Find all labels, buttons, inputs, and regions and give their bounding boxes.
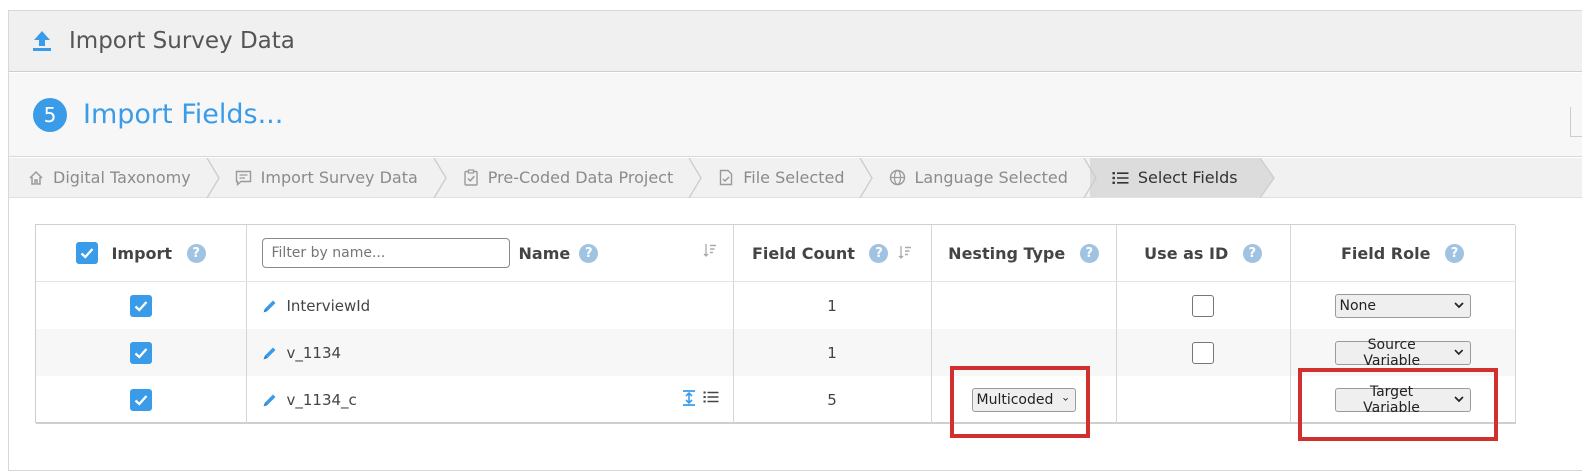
breadcrumb-label: Import Survey Data — [260, 168, 418, 187]
import-header-label: Import — [111, 243, 173, 263]
step-title: Import Fields... — [83, 99, 284, 130]
field-role-value: Source Variable — [1363, 336, 1421, 369]
step-number-badge: 5 — [33, 97, 67, 132]
field-count-cell: 5 — [733, 376, 932, 424]
row-actions — [682, 390, 719, 406]
nesting-type-column-header: Nesting Type ? — [931, 225, 1117, 282]
breadcrumb-item-language-selected[interactable]: Language Selected — [866, 158, 1097, 198]
breadcrumb: Digital Taxonomy Import Survey Data Pre-… — [9, 158, 1582, 198]
chevron-down-icon — [1453, 302, 1464, 309]
nesting-type-header-label: Nesting Type — [948, 244, 1066, 263]
field-name: InterviewId — [286, 296, 371, 315]
breadcrumb-separator — [1083, 158, 1097, 198]
globe-icon — [888, 169, 906, 187]
name-column-header: Name ? — [246, 225, 734, 282]
use-as-id-checkbox[interactable] — [1192, 341, 1214, 364]
field-name: v_1134 — [286, 343, 342, 362]
edit-pencil-icon[interactable] — [262, 392, 278, 408]
breadcrumb-item-digital-taxonomy[interactable]: Digital Taxonomy — [9, 158, 220, 198]
help-icon[interactable]: ? — [579, 243, 599, 263]
field-role-select[interactable]: Source Variable — [1334, 337, 1471, 369]
upload-icon — [31, 29, 53, 53]
help-icon[interactable]: ? — [869, 244, 889, 263]
list-icon[interactable] — [703, 390, 719, 404]
breadcrumb-label: File Selected — [743, 168, 845, 187]
breadcrumb-label: Pre-Coded Data Project — [487, 168, 674, 187]
breadcrumb-separator — [1259, 158, 1275, 198]
field-count-cell: 1 — [733, 329, 932, 376]
chevron-down-icon — [1454, 349, 1464, 356]
use-as-id-cell — [1116, 376, 1291, 424]
field-role-column-header: Field Role ? — [1290, 225, 1516, 282]
nesting-type-cell — [931, 281, 1117, 329]
import-checkbox[interactable] — [129, 388, 152, 411]
highlight-box-field-role — [1298, 368, 1498, 441]
table-row: v_1134 1 Source Variable — [36, 329, 1516, 376]
help-icon[interactable]: ? — [1242, 244, 1262, 263]
file-check-icon — [717, 169, 735, 187]
sort-icon[interactable] — [703, 242, 717, 261]
import-checkbox[interactable] — [129, 341, 152, 364]
title-bar: Import Survey Data — [9, 11, 1582, 72]
home-icon — [27, 169, 45, 187]
message-icon — [235, 169, 253, 187]
filter-by-name-input[interactable] — [261, 238, 510, 268]
table-row: v_1134_c 5 Multicoded Target Variable — [36, 376, 1516, 424]
table-header-row: Import ? Name ? — [36, 225, 1516, 282]
list-icon — [1112, 169, 1130, 187]
import-checkbox[interactable] — [129, 294, 152, 317]
field-count-column-header: Field Count ? — [733, 225, 932, 282]
import-window: Import Survey Data 5 Import Fields... Di… — [8, 10, 1582, 471]
breadcrumb-separator — [859, 158, 874, 198]
edit-pencil-icon[interactable] — [262, 298, 278, 314]
page-title: Import Survey Data — [69, 28, 295, 54]
edit-pencil-icon[interactable] — [262, 345, 278, 361]
name-header-label: Name — [518, 243, 571, 263]
breadcrumb-label: Language Selected — [914, 168, 1068, 187]
field-count-cell: 1 — [733, 281, 932, 329]
highlight-box-nesting-type — [950, 366, 1090, 438]
sort-icon[interactable] — [898, 244, 912, 263]
breadcrumb-separator — [206, 158, 220, 198]
field-role-select[interactable]: None — [1334, 293, 1471, 318]
use-as-id-column-header: Use as ID ? — [1116, 225, 1291, 282]
import-column-header: Import ? — [36, 225, 247, 282]
panel-edge — [1570, 107, 1582, 137]
use-as-id-header-label: Use as ID — [1144, 244, 1229, 263]
breadcrumb-item-import-survey-data[interactable]: Import Survey Data — [213, 158, 447, 198]
use-as-id-checkbox[interactable] — [1192, 294, 1214, 317]
step-header: 5 Import Fields... — [9, 73, 1582, 157]
table-row: InterviewId 1 None — [36, 281, 1516, 329]
select-all-checkbox[interactable] — [75, 242, 98, 264]
field-name: v_1134_c — [286, 390, 357, 409]
help-icon[interactable]: ? — [1079, 244, 1099, 263]
field-role-value: None — [1339, 297, 1377, 314]
breadcrumb-item-select-fields[interactable]: Select Fields — [1089, 158, 1275, 198]
expand-vertical-icon[interactable] — [682, 390, 696, 406]
breadcrumb-separator — [433, 158, 447, 198]
breadcrumb-label: Select Fields — [1137, 168, 1238, 187]
breadcrumb-separator — [688, 158, 703, 198]
field-role-header-label: Field Role — [1341, 244, 1431, 263]
clipboard-check-icon — [462, 169, 480, 187]
fields-table: Import ? Name ? — [35, 224, 1516, 424]
breadcrumb-item-file-selected[interactable]: File Selected — [695, 158, 874, 198]
help-icon[interactable]: ? — [186, 243, 206, 263]
help-icon[interactable]: ? — [1445, 244, 1464, 263]
field-count-header-label: Field Count — [751, 244, 855, 263]
breadcrumb-label: Digital Taxonomy — [53, 168, 191, 187]
breadcrumb-item-pre-coded-data-project[interactable]: Pre-Coded Data Project — [440, 158, 703, 198]
